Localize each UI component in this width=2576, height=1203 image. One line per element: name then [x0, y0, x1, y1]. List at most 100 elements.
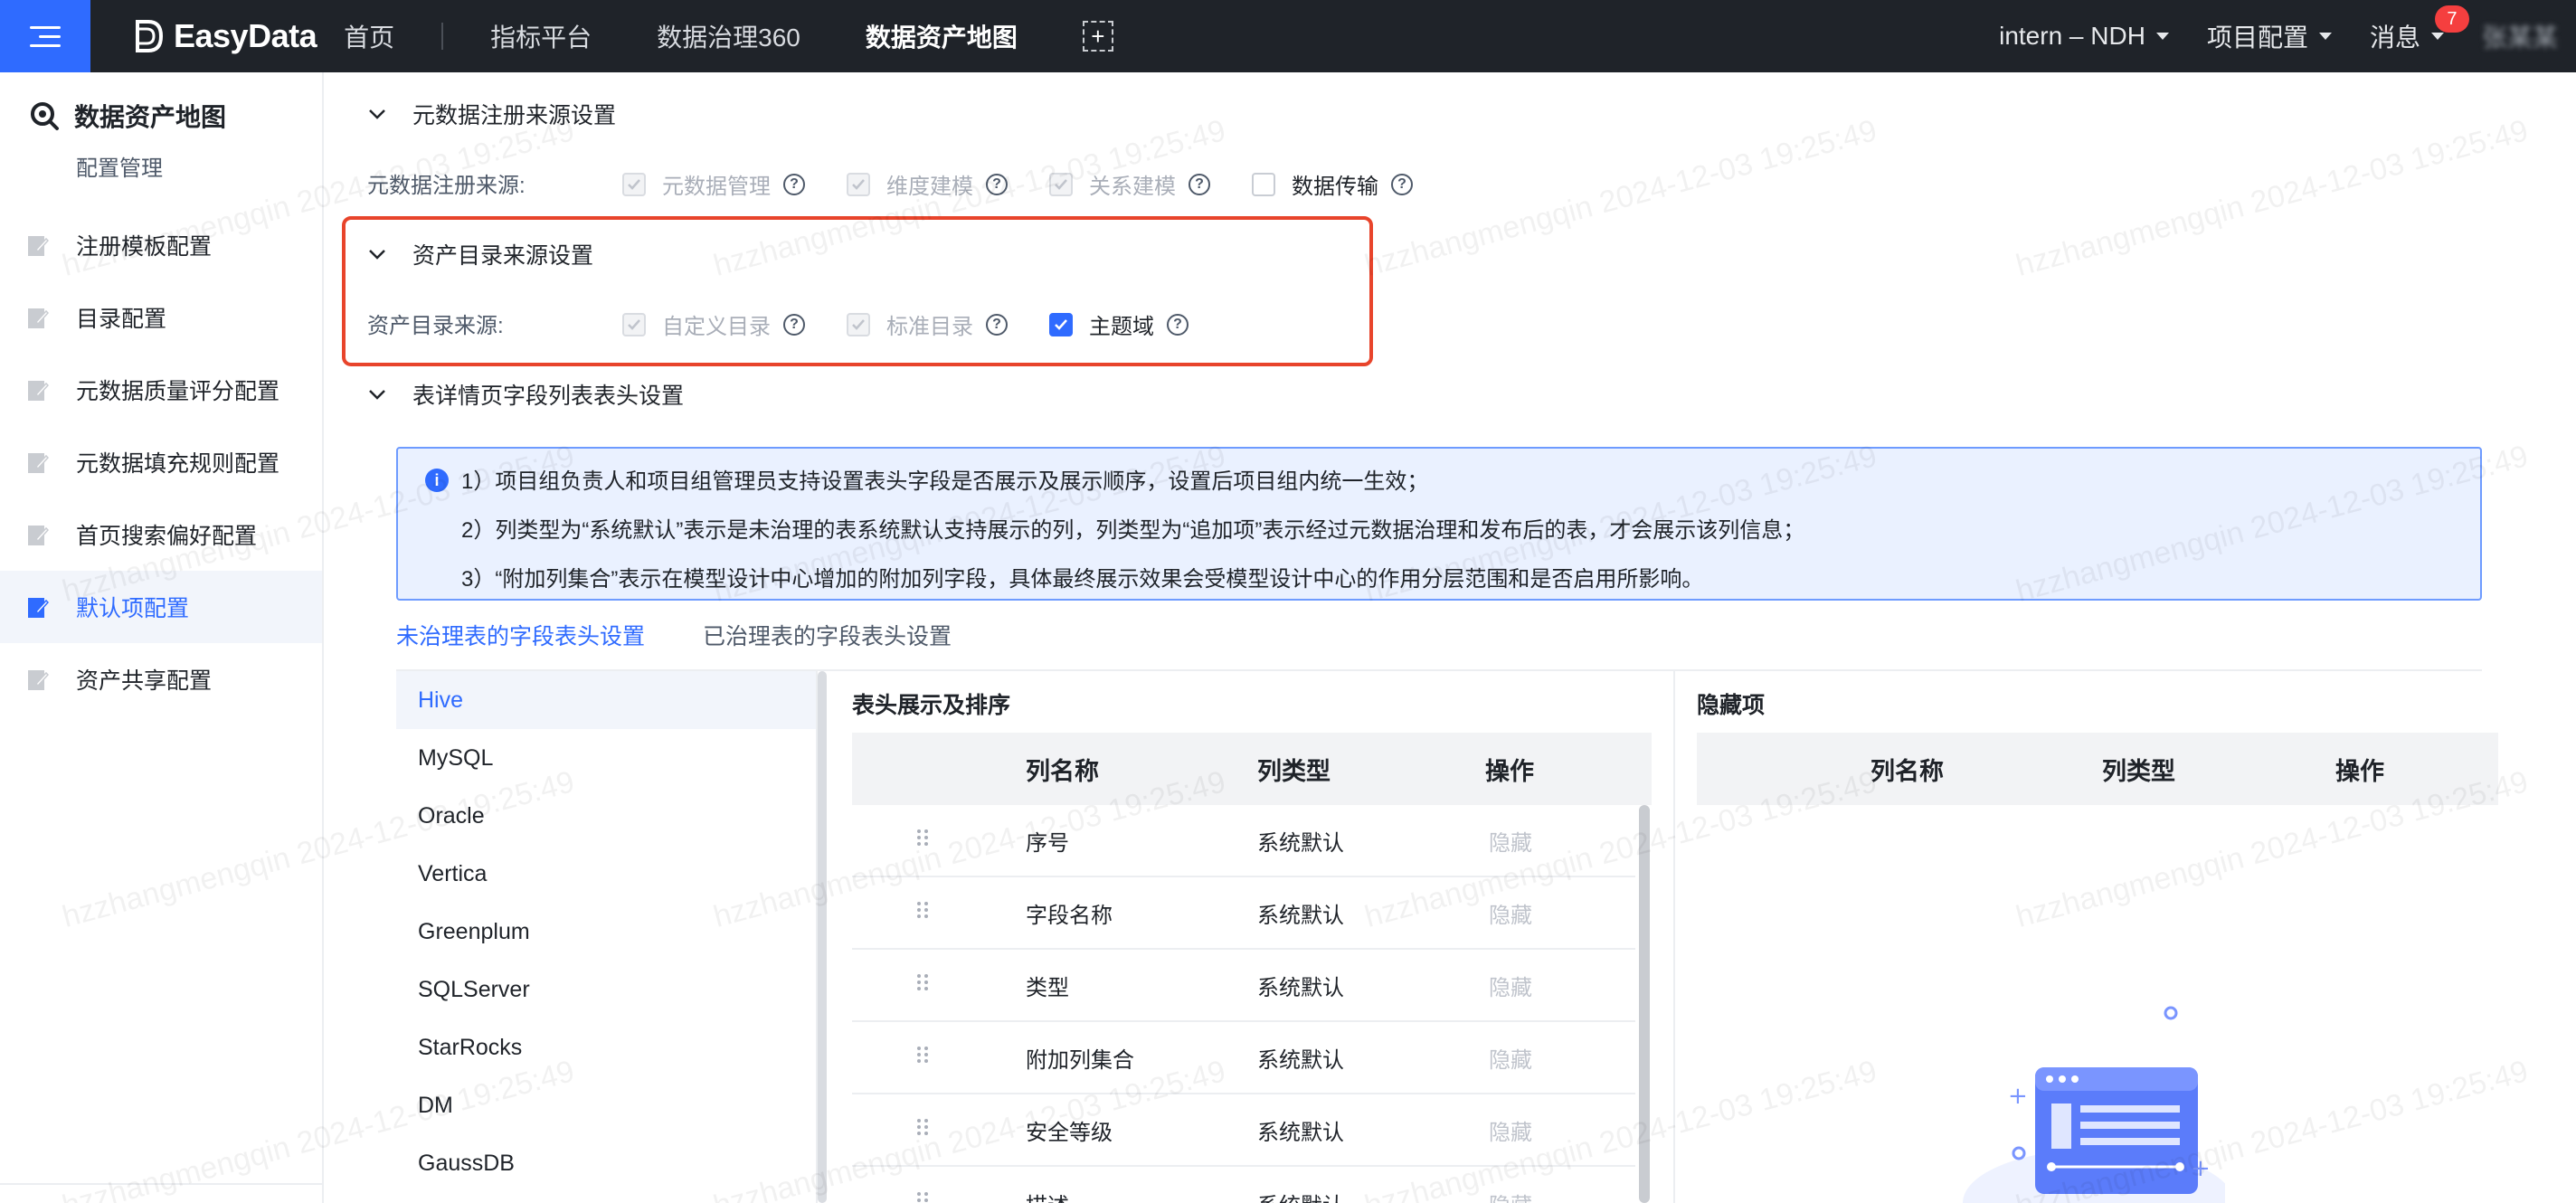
sidebar-item-label: 注册模板配置 [76, 234, 213, 260]
sidebar-item-default-config[interactable]: 默认项配置 [0, 571, 322, 643]
nav-asset-map[interactable]: 数据资产地图 [866, 18, 1018, 54]
db-item-dm[interactable]: DM [396, 1076, 816, 1134]
checkbox[interactable] [622, 312, 646, 336]
project-config-menu[interactable]: 项目配置 [2207, 18, 2332, 54]
drag-handle-icon[interactable] [915, 1045, 930, 1071]
nav-right: intern – NDH 项目配置 消息 7 张某某 [1999, 0, 2576, 72]
menu-icon[interactable] [0, 0, 90, 72]
drag-handle-icon[interactable] [915, 828, 930, 854]
option-label: 数据传输 [1292, 175, 1378, 199]
option-subject-domain[interactable]: 主题域 ? [1049, 308, 1189, 340]
drag-handle-icon[interactable] [915, 1190, 930, 1203]
database-list: Hive MySQL Oracle Vertica Greenplum SQLS… [396, 671, 818, 1203]
help-icon[interactable]: ? [986, 313, 1008, 336]
checkbox[interactable] [1049, 312, 1073, 336]
project-selector[interactable]: intern – NDH [1999, 22, 2169, 51]
nav-metrics[interactable]: 指标平台 [490, 18, 592, 54]
svg-text:+: + [2191, 1155, 2211, 1182]
sidebar: 数据资产地图 配置管理 注册模板配置 目录配置 元数据质量评分配置 元数据填充规… [0, 72, 324, 1203]
col-header-type: 列类型 [2102, 757, 2175, 785]
hide-button[interactable]: 隐藏 [1489, 970, 1532, 1001]
sidebar-item-register-template[interactable]: 注册模板配置 [0, 209, 322, 281]
sidebar-item-catalog[interactable]: 目录配置 [0, 281, 322, 354]
main-content: 元数据注册来源设置 元数据注册来源: 元数据管理 ? 维度建模 ? 关系建模 ?… [326, 72, 2576, 1203]
sidebar-item-asset-share[interactable]: 资产共享配置 [0, 643, 322, 715]
option-data-transfer[interactable]: 数据传输 ? [1252, 168, 1413, 200]
option-label: 维度建模 [886, 175, 973, 199]
edit-doc-icon [28, 453, 49, 473]
checkbox[interactable] [847, 172, 870, 196]
db-item-vertica[interactable]: Vertica [396, 845, 816, 903]
nav-governance[interactable]: 数据治理360 [657, 18, 800, 54]
sidebar-item-fill-rules[interactable]: 元数据填充规则配置 [0, 426, 322, 498]
display-table-scrollbar[interactable] [1639, 805, 1650, 1203]
option-metadata-management[interactable]: 元数据管理 ? [622, 168, 805, 200]
hide-button[interactable]: 隐藏 [1489, 825, 1532, 857]
db-item-gaussdb[interactable]: GaussDB [396, 1134, 816, 1192]
checkbox[interactable] [847, 312, 870, 336]
drag-handle-icon[interactable] [915, 972, 930, 999]
display-table-header: 列名称 列类型 操作 [852, 733, 1652, 805]
section-metadata-source-header[interactable]: 元数据注册来源设置 [367, 98, 616, 130]
hide-button[interactable]: 隐藏 [1489, 1188, 1532, 1203]
chevron-down-icon [2318, 33, 2332, 40]
add-tab-icon[interactable]: + [1082, 21, 1113, 52]
help-icon[interactable]: ? [1167, 313, 1189, 336]
help-icon[interactable]: ? [1189, 173, 1210, 195]
option-standard-catalog[interactable]: 标准目录 ? [847, 308, 1008, 340]
col-header-action: 操作 [1485, 757, 1534, 785]
drag-handle-icon[interactable] [915, 1117, 930, 1143]
section-catalog-source-header[interactable]: 资产目录来源设置 [367, 238, 593, 270]
help-icon[interactable]: ? [783, 173, 805, 195]
section-column-header-settings[interactable]: 表详情页字段列表表头设置 [367, 378, 684, 411]
table-row: 字段名称 系统默认 隐藏 [852, 877, 1635, 950]
nav-home[interactable]: 首页 [344, 18, 394, 54]
section-title: 元数据注册来源设置 [412, 103, 617, 128]
checkbox[interactable] [1049, 172, 1073, 196]
drag-handle-icon[interactable] [915, 900, 930, 926]
col-header-action: 操作 [2335, 757, 2384, 785]
option-custom-catalog[interactable]: 自定义目录 ? [622, 308, 805, 340]
help-icon[interactable]: ? [783, 313, 805, 336]
option-relational-modeling[interactable]: 关系建模 ? [1049, 168, 1210, 200]
nav-divider [441, 23, 444, 50]
hide-button[interactable]: 隐藏 [1489, 1114, 1532, 1146]
col-header-type: 列类型 [1257, 757, 1331, 785]
tab-ungoverned[interactable]: 未治理表的字段表头设置 [396, 619, 646, 673]
sidebar-item-label: 目录配置 [76, 307, 167, 332]
info-line: 2）列类型为“系统默认”表示是未治理的表系统默认支持展示的列，列类型为“追加项”… [461, 518, 1805, 543]
tab-governed[interactable]: 已治理表的字段表头设置 [703, 619, 952, 673]
message-count-badge: 7 [2434, 5, 2469, 33]
db-item-greenplum[interactable]: Greenplum [396, 903, 816, 961]
option-dimension-modeling[interactable]: 维度建模 ? [847, 168, 1008, 200]
hide-button[interactable]: 隐藏 [1489, 1042, 1532, 1074]
section-title: 表详情页字段列表表头设置 [412, 384, 685, 409]
hide-button[interactable]: 隐藏 [1489, 897, 1532, 929]
help-icon[interactable]: ? [986, 173, 1008, 195]
option-label: 自定义目录 [662, 315, 771, 339]
db-item-oracle[interactable]: Oracle [396, 787, 816, 845]
catalog-source-options: 自定义目录 ? 标准目录 ? 主题域 ? [622, 308, 1230, 340]
help-icon[interactable]: ? [1391, 173, 1413, 195]
row-col-type: 系统默认 [1257, 975, 1344, 1000]
db-item-starrocks[interactable]: StarRocks [396, 1018, 816, 1076]
db-item-hive[interactable]: Hive [396, 671, 816, 729]
app-logo[interactable]: EasyData [134, 17, 317, 55]
checkbox[interactable] [622, 172, 646, 196]
checkbox[interactable] [1252, 172, 1275, 196]
row-col-type: 系统默认 [1257, 830, 1344, 856]
logo-text: EasyData [174, 17, 317, 54]
logo-icon [136, 20, 164, 52]
sidebar-item-quality-score[interactable]: 元数据质量评分配置 [0, 354, 322, 426]
database-list-scrollbar[interactable] [818, 671, 827, 1203]
table-row: 类型 系统默认 隐藏 [852, 950, 1635, 1022]
sidebar-item-search-preference[interactable]: 首页搜索偏好配置 [0, 498, 322, 571]
row-col-type: 系统默认 [1257, 1047, 1344, 1073]
sidebar-subtitle: 配置管理 [76, 156, 163, 181]
edit-doc-icon [28, 236, 49, 256]
search-map-icon [31, 102, 59, 130]
db-item-mysql[interactable]: MySQL [396, 729, 816, 787]
db-item-sqlserver[interactable]: SQLServer [396, 961, 816, 1018]
messages-menu[interactable]: 消息 7 [2370, 5, 2469, 54]
user-name[interactable]: 张某某 [2482, 18, 2558, 54]
